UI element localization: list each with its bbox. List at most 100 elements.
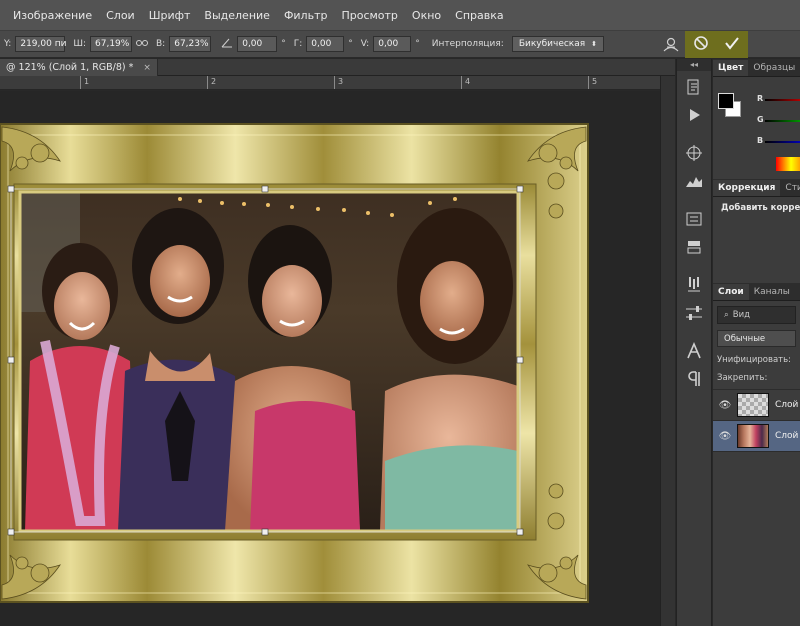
layer-row[interactable]: 👁 Слой: [713, 390, 800, 421]
channel-r-label: R: [757, 94, 764, 103]
vskew-field[interactable]: 0,00: [373, 36, 412, 52]
history-icon[interactable]: [682, 75, 706, 99]
ruler-label: 5: [592, 77, 598, 86]
ruler-tick: [588, 76, 589, 89]
horizontal-ruler[interactable]: 1 2 3 4 5: [0, 76, 660, 90]
menu-view[interactable]: Просмотр: [334, 9, 404, 22]
layer-name: Слой: [775, 400, 799, 410]
menu-filter[interactable]: Фильтр: [277, 9, 335, 22]
adjustments-panel: Добавить коррек: [713, 197, 800, 283]
channel-b-label: B: [757, 136, 764, 145]
ruler-label: 2: [211, 77, 217, 86]
menu-type[interactable]: Шрифт: [142, 9, 198, 22]
adjust-sliders-icon[interactable]: [682, 301, 706, 325]
ruler-label: 3: [338, 77, 344, 86]
commit-transform-icon[interactable]: [724, 35, 740, 54]
menu-bar: Изображение Слои Шрифт Выделение Фильтр …: [0, 0, 800, 30]
width-label: Ш:: [73, 39, 86, 49]
height-label: В:: [156, 39, 166, 49]
vertical-scrollbar[interactable]: [660, 76, 675, 626]
tab-layers[interactable]: Слои: [713, 284, 749, 300]
adjustments-panel-tabs: Коррекция Стил: [713, 179, 800, 197]
lock-label: Закрепить:: [717, 373, 768, 383]
ruler-tick: [207, 76, 208, 89]
interpolation-value: Бикубическая: [518, 39, 586, 49]
channel-g-label: G: [757, 115, 764, 124]
layers-panel-tabs: Слои Каналы К: [713, 283, 800, 301]
options-bar: Y: 219,00 пи Ш: 67,19% В: 67,23% 0,00 ° …: [0, 30, 800, 58]
photoshop-window: Изображение Слои Шрифт Выделение Фильтр …: [0, 0, 800, 626]
tab-styles[interactable]: Стил: [780, 180, 800, 196]
brush-settings-icon[interactable]: [682, 141, 706, 165]
width-scale-field[interactable]: 67,19%: [90, 36, 132, 52]
close-icon[interactable]: ×: [143, 63, 151, 73]
foreground-color-swatch[interactable]: [718, 93, 734, 109]
degree-symbol-2: °: [348, 39, 353, 49]
link-icon[interactable]: [136, 39, 148, 50]
menu-help[interactable]: Справка: [448, 9, 510, 22]
tab-swatches[interactable]: Образцы: [748, 60, 800, 76]
play-action-icon[interactable]: [682, 103, 706, 127]
layer-filter-value: Вид: [732, 310, 750, 320]
channel-b-slider[interactable]: [765, 141, 800, 143]
blend-mode-value: Обычные: [724, 333, 766, 344]
document-tab-title: @ 121% (Слой 1, RGB/8) *: [6, 62, 134, 73]
ruler-label: 1: [84, 77, 90, 86]
tool-presets-icon[interactable]: [682, 273, 706, 297]
collapse-arrows-icon[interactable]: ◂◂: [677, 59, 711, 71]
menu-layers[interactable]: Слои: [99, 9, 142, 22]
document-canvas[interactable]: [0, 91, 660, 626]
canvas-artwork: [0, 123, 589, 603]
menu-image[interactable]: Изображение: [6, 9, 99, 22]
layer-filter-field[interactable]: ⌕ Вид: [717, 306, 796, 324]
degree-symbol: °: [281, 39, 286, 49]
layer-thumbnail: [737, 424, 769, 448]
channel-r-slider[interactable]: [765, 99, 800, 101]
ruler-tick: [334, 76, 335, 89]
color-panel: R G B: [713, 77, 800, 179]
commit-controls: [685, 31, 748, 58]
hskew-field[interactable]: 0,00: [306, 36, 345, 52]
paragraph-icon[interactable]: [682, 367, 706, 391]
layer-name: Слой: [775, 431, 799, 441]
channel-g-slider[interactable]: [765, 120, 800, 122]
histogram-icon[interactable]: [682, 169, 706, 193]
menu-window[interactable]: Окно: [405, 9, 448, 22]
search-icon: ⌕: [724, 310, 729, 320]
select-arrows-icon: ⬍: [591, 40, 598, 48]
layer-comps-icon[interactable]: [682, 235, 706, 259]
menu-select[interactable]: Выделение: [197, 9, 277, 22]
interpolation-label: Интерполяция:: [431, 39, 504, 49]
unify-label: Унифицировать:: [717, 355, 792, 365]
tab-color[interactable]: Цвет: [713, 60, 749, 76]
cancel-transform-icon[interactable]: [693, 35, 709, 54]
ruler-tick: [461, 76, 462, 89]
blend-mode-select[interactable]: Обычные: [717, 330, 796, 347]
color-panel-tabs: Цвет Образцы: [713, 59, 800, 77]
document-tab[interactable]: @ 121% (Слой 1, RGB/8) * ×: [0, 59, 158, 76]
height-scale-field[interactable]: 67,23%: [169, 36, 212, 52]
tab-adjustments[interactable]: Коррекция: [713, 180, 781, 196]
layer-thumbnail: [737, 393, 769, 417]
layer-row-selected[interactable]: 👁 Слой: [713, 421, 800, 452]
color-spectrum[interactable]: [776, 157, 800, 171]
visibility-eye-icon[interactable]: 👁: [713, 431, 737, 442]
panel-icon-dock: ◂◂: [676, 59, 712, 626]
vskew-label: V:: [360, 39, 370, 49]
hskew-label: Г:: [293, 39, 303, 49]
interpolation-select[interactable]: Бикубическая ⬍: [511, 36, 605, 52]
document-tab-bar: @ 121% (Слой 1, RGB/8) * ×: [0, 59, 675, 76]
character-icon[interactable]: [682, 339, 706, 363]
clone-source-icon[interactable]: [682, 207, 706, 231]
tab-channels[interactable]: Каналы: [749, 284, 795, 300]
visibility-eye-icon[interactable]: 👁: [713, 400, 737, 411]
tab-paths[interactable]: К: [795, 284, 800, 300]
y-label: Y:: [4, 39, 12, 49]
ruler-label: 4: [465, 77, 471, 86]
right-panels: Цвет Образцы R G B Коррекция Стил Добави…: [713, 59, 800, 626]
angle-icon: [221, 38, 233, 51]
warp-mode-icon[interactable]: [662, 36, 680, 54]
y-position-field[interactable]: 219,00 пи: [15, 36, 66, 52]
degree-symbol-3: °: [415, 39, 420, 49]
angle-field[interactable]: 0,00: [237, 36, 278, 52]
